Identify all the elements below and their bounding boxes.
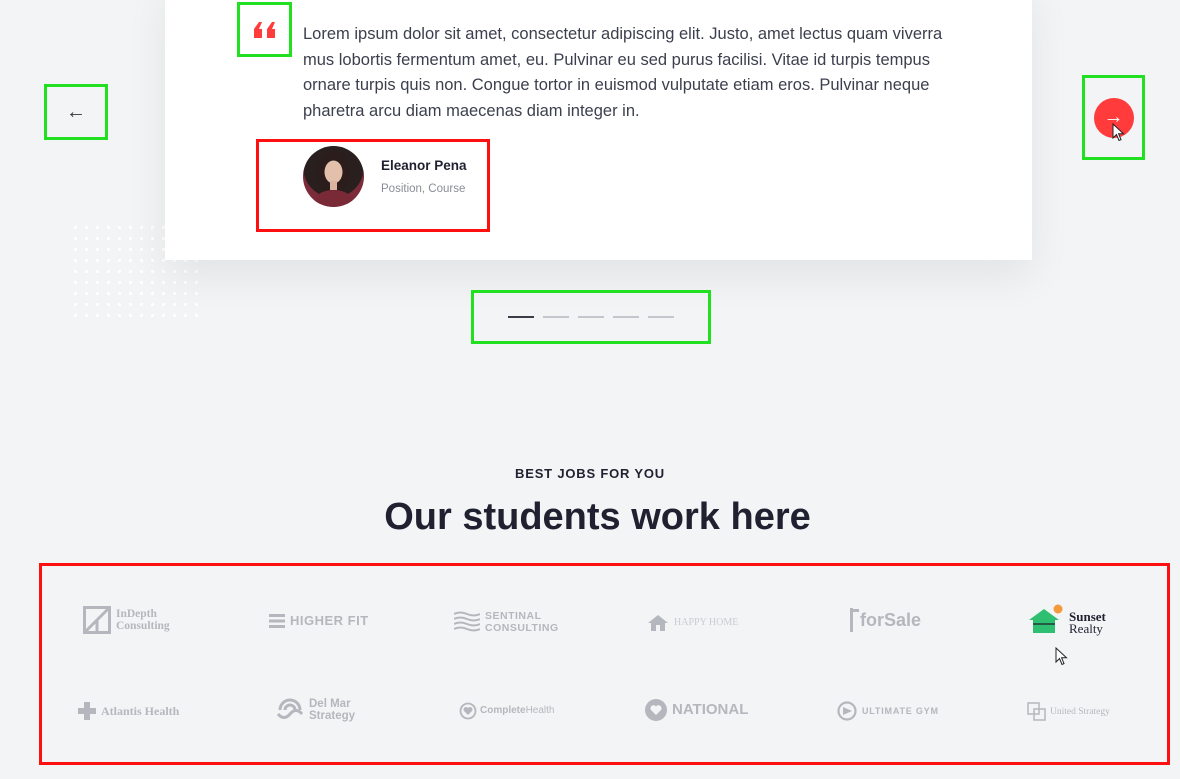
logo-text: Complete bbox=[480, 705, 526, 716]
pagination-dot-2[interactable] bbox=[543, 316, 569, 318]
logo-atlantis-health: Atlantis Health bbox=[78, 702, 179, 720]
logo-text: Del Mar bbox=[309, 698, 351, 710]
logo-text: Health bbox=[525, 705, 555, 716]
mouse-cursor-icon bbox=[1112, 123, 1125, 142]
pagination-dot-4[interactable] bbox=[613, 316, 639, 318]
logo-text: Strategy bbox=[309, 710, 356, 722]
logo-text: CONSULTING bbox=[485, 622, 559, 634]
logo-ultimate-gym: ULTIMATE GYM bbox=[837, 701, 939, 721]
logo-text: ULTIMATE GYM bbox=[862, 706, 939, 716]
logo-text: HIGHER FIT bbox=[290, 613, 369, 628]
section-kicker: BEST JOBS FOR YOU bbox=[515, 466, 665, 481]
sentinal-logo-icon bbox=[454, 611, 480, 632]
next-button[interactable]: → bbox=[1082, 75, 1145, 160]
logo-text: Atlantis Health bbox=[101, 704, 180, 718]
logo-del-mar-strategy: Del Mar Strategy bbox=[276, 697, 355, 723]
logo-text: InDepth bbox=[116, 608, 157, 620]
indepth-logo-icon bbox=[83, 606, 111, 634]
logo-text: HAPPY HOME bbox=[674, 617, 739, 628]
mouse-cursor-icon bbox=[1055, 647, 1068, 666]
section-title: Our students work here bbox=[384, 496, 811, 538]
author-avatar bbox=[303, 146, 364, 207]
carousel-pagination bbox=[471, 290, 711, 344]
logo-text: United Strategy bbox=[1050, 707, 1110, 717]
ultimate-gym-icon bbox=[837, 701, 857, 721]
logo-indepth-consulting: InDepth Consulting bbox=[83, 606, 170, 634]
logo-text: NATIONAL bbox=[672, 701, 749, 718]
logo-sentinal-consulting: SENTINAL CONSULTING bbox=[454, 610, 559, 634]
logo-text: Realty bbox=[1069, 621, 1103, 636]
logo-higher-fit: HIGHER FIT bbox=[269, 614, 369, 628]
testimonial-quote: Lorem ipsum dolor sit amet, consectetur … bbox=[303, 25, 943, 121]
pagination-dot-1[interactable] bbox=[508, 316, 534, 318]
heart-circle-icon bbox=[459, 702, 477, 720]
logo-text: forSale bbox=[860, 610, 922, 630]
author-name: Eleanor Pena bbox=[381, 158, 467, 173]
logo-happy-home: HAPPY HOME bbox=[647, 614, 738, 632]
logo-forsale: forSale bbox=[849, 608, 921, 632]
arrow-left-icon: ← bbox=[66, 100, 86, 123]
pagination-dot-5[interactable] bbox=[648, 316, 674, 318]
house-icon bbox=[648, 615, 668, 631]
logo-text: Consulting bbox=[116, 620, 170, 632]
pagination-dot-3[interactable] bbox=[578, 316, 604, 318]
author-position: Position, Course bbox=[381, 183, 466, 195]
logo-complete-health: Complete Health bbox=[459, 702, 554, 720]
sign-post-icon bbox=[850, 608, 859, 632]
logo-national: NATIONAL bbox=[645, 699, 748, 721]
higherfit-logo-icon bbox=[269, 614, 285, 628]
testimonial-author: Eleanor Pena Position, Course bbox=[256, 139, 490, 232]
company-logos-grid: InDepth Consulting HIGHER FIT SENTINAL C… bbox=[39, 563, 1170, 765]
delmar-logo-icon bbox=[276, 698, 304, 719]
national-heart-icon bbox=[645, 699, 667, 721]
quote-icon bbox=[237, 2, 292, 57]
medical-cross-icon bbox=[78, 702, 96, 720]
previous-button[interactable]: ← bbox=[44, 84, 108, 140]
sunset-house-icon bbox=[1029, 604, 1063, 633]
logo-united-strategy: United Strategy bbox=[1027, 702, 1110, 722]
logo-text: SENTINAL bbox=[485, 610, 542, 622]
logo-sunset-realty: Sunset Realty bbox=[1028, 604, 1106, 636]
united-strategy-icon bbox=[1027, 702, 1046, 721]
